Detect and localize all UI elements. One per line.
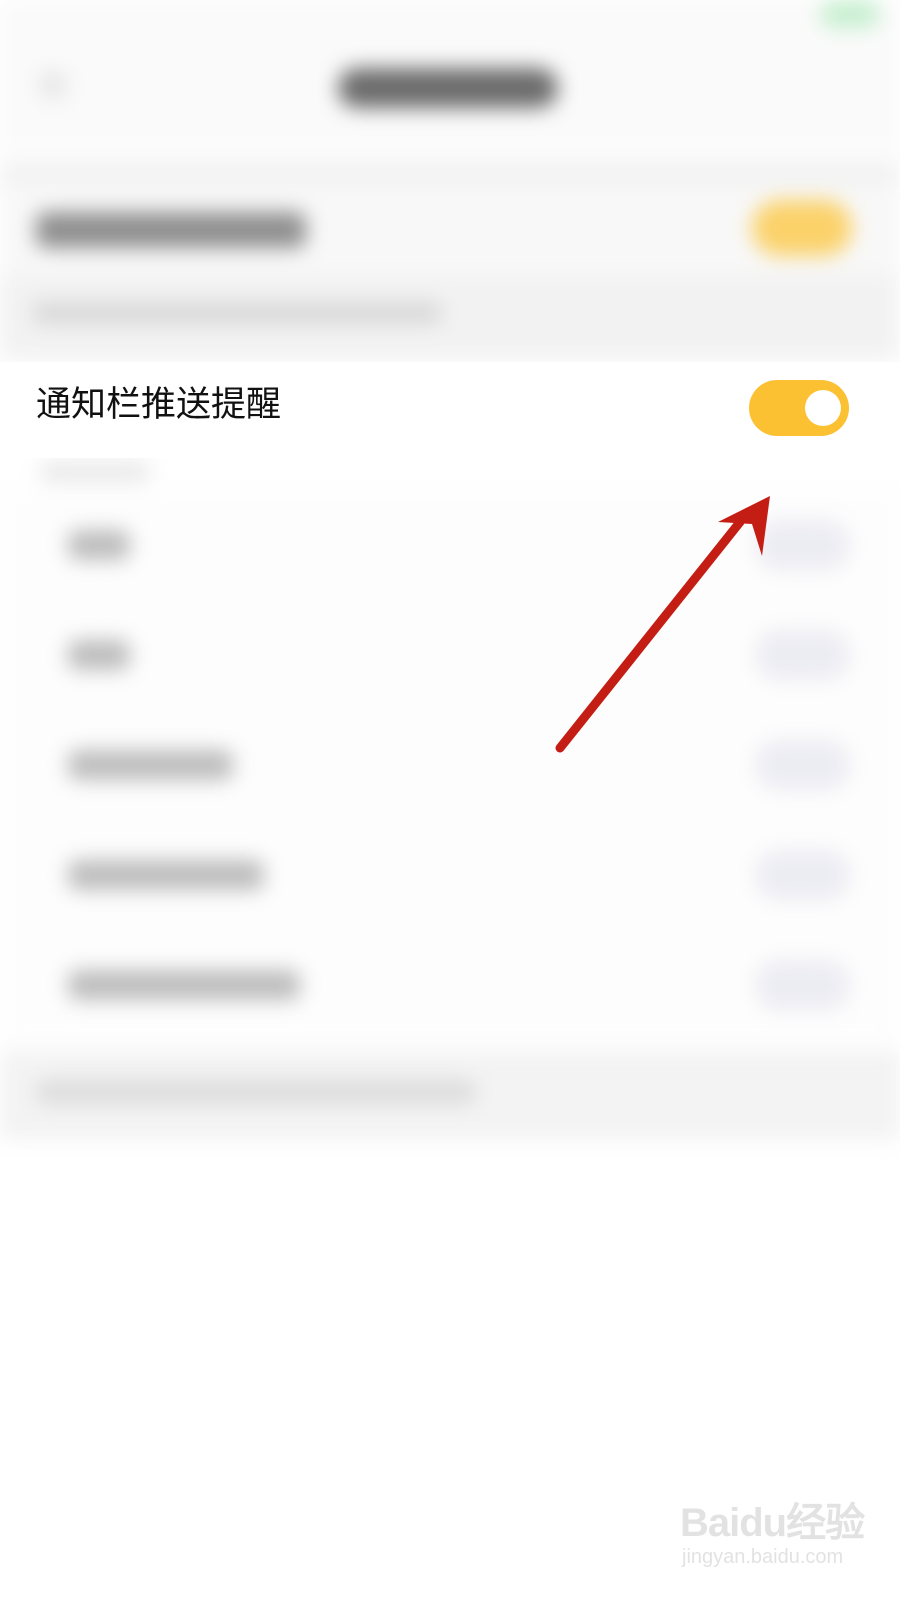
watermark-logo: Baidu经验 [680,1501,865,1545]
blurred-background [0,0,900,1600]
sub-setting-toggle[interactable] [755,740,850,790]
sub-setting-toggle[interactable] [755,630,850,680]
settings-footer-note [36,1080,476,1104]
notification-push-label: 通知栏推送提醒 [36,385,282,425]
settings-row-top-toggle[interactable] [752,200,852,256]
sub-setting-label [68,750,233,780]
watermark-url: jingyan.baidu.com [682,1546,844,1568]
back-icon[interactable] [40,72,66,98]
sub-setting-label [68,640,130,670]
settings-screen: 通知栏推送提醒 Baidu经验 jingyan.baidu.com [0,0,900,1600]
sub-setting-label [68,860,264,890]
settings-row-top-description [32,302,442,324]
sub-setting-toggle[interactable] [755,520,850,570]
section-header [40,462,150,482]
toggle-knob [805,390,841,426]
watermark: Baidu经验 jingyan.baidu.com [680,1470,880,1580]
sub-setting-label [68,530,130,560]
sub-setting-label [68,970,300,1000]
status-indicator [820,0,880,28]
page-title [338,68,558,108]
settings-row-top-label [36,212,306,248]
sub-setting-toggle[interactable] [755,850,850,900]
notification-push-toggle[interactable] [749,380,849,436]
sub-setting-toggle[interactable] [755,960,850,1010]
